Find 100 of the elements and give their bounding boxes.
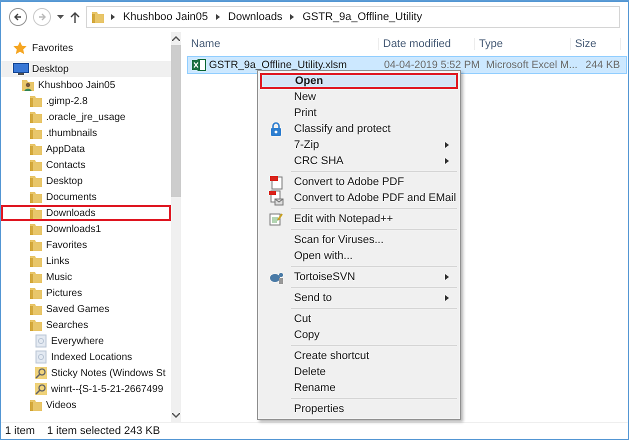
scrollbar[interactable] [171, 32, 181, 422]
folder-tree-item[interactable]: Everywhere [1, 333, 171, 349]
selection-info: 1 item selected 243 KB [46, 425, 160, 437]
chevron-right-icon [216, 14, 220, 20]
menu-item[interactable]: Scan for Viruses... [260, 227, 458, 248]
menu-item[interactable]: 7-Zip [260, 137, 458, 153]
folder-tree-item[interactable]: .oracle_jre_usage [1, 109, 171, 125]
menu-item[interactable]: Print [260, 105, 458, 121]
chevron-right-icon [290, 14, 294, 20]
notepad-icon [269, 212, 283, 226]
folder-tree-item[interactable]: Searches [1, 317, 171, 333]
column-header[interactable]: Name [187, 38, 379, 50]
file-size-cell-text: 244 KB [584, 59, 621, 71]
search-file-icon [34, 350, 48, 364]
breadcrumb[interactable]: GSTR_9a_Offline_Utility [300, 11, 424, 23]
menu-item[interactable]: Open [260, 73, 458, 89]
folder-icon [29, 206, 43, 220]
submenu-arrow-icon [445, 158, 449, 164]
folder-icon [29, 94, 43, 108]
menu-item[interactable]: Cut [260, 306, 458, 327]
star-icon [13, 41, 27, 55]
folder-tree-item[interactable]: Music [1, 269, 171, 285]
favorites-item[interactable]: Favorites [1, 40, 171, 56]
file-type-cell-text: Microsoft Excel M... [485, 59, 579, 71]
folder-tree-item[interactable]: Videos [1, 397, 171, 413]
folder-icon [29, 126, 43, 140]
folder-icon [29, 302, 43, 316]
folder-tree-item[interactable]: Links [1, 253, 171, 269]
folder-tree-item[interactable]: .thumbnails [1, 125, 171, 141]
menu-item[interactable]: Convert to Adobe PDF [260, 169, 458, 190]
folder-tree-item[interactable]: Favorites [1, 237, 171, 253]
menu-item[interactable]: Create shortcut [260, 343, 458, 364]
menu-item[interactable]: Send to [260, 285, 458, 306]
saved-search-icon [34, 382, 48, 396]
right-arrow-icon [37, 12, 47, 22]
spreadsheet-file-icon [192, 59, 206, 71]
breadcrumb[interactable]: Khushboo Jain05 [121, 11, 210, 23]
desktop-icon [13, 63, 29, 75]
folder-icon [91, 10, 105, 24]
folder-tree-item[interactable]: Desktop [1, 61, 171, 77]
menu-item[interactable]: Open with... [260, 248, 458, 264]
column-header[interactable]: Type [475, 38, 571, 50]
menu-item[interactable]: Convert to Adobe PDF and EMail [260, 190, 458, 206]
folder-tree-item[interactable]: Khushboo Jain05 [1, 77, 171, 93]
menu-item[interactable]: TortoiseSVN [260, 264, 458, 285]
folder-icon [29, 142, 43, 156]
folder-tree-item[interactable]: Contacts [1, 157, 171, 173]
menu-item[interactable]: CRC SHA [260, 153, 458, 169]
file-row[interactable]: GSTR_9a_Offline_Utility.xlsm 04-04-2019 5:52 PM Microsoft Excel M... 244 KB [187, 56, 627, 74]
folder-icon [29, 158, 43, 172]
folder-icon [29, 398, 43, 412]
submenu-arrow-icon [445, 142, 449, 148]
chevron-right-icon [111, 14, 115, 20]
column-header[interactable]: Size [571, 38, 621, 50]
pdf-document-icon [270, 174, 282, 190]
menu-item[interactable]: Edit with Notepad++ [260, 206, 458, 227]
folder-icon [29, 238, 43, 252]
folder-tree-item[interactable]: Saved Games [1, 301, 171, 317]
column-header[interactable]: Date modified [379, 38, 475, 50]
breadcrumb[interactable]: Downloads [226, 11, 284, 23]
folder-tree-item[interactable]: winrt--{S-1-5-21-2667499 [1, 381, 171, 397]
folder-icon [29, 318, 43, 332]
date-modified-cell-text: 04-04-2019 5:52 PM [383, 59, 481, 71]
submenu-arrow-icon [445, 295, 449, 301]
scroll-down-icon[interactable] [172, 413, 180, 418]
folder-tree-item[interactable]: Downloads [1, 205, 171, 221]
folder-tree-item[interactable]: Sticky Notes (Windows St [1, 365, 171, 381]
search-file-icon [34, 334, 48, 348]
menu-item[interactable]: New [260, 89, 458, 105]
user-folder-icon [21, 78, 35, 92]
folder-icon [29, 286, 43, 300]
item-count: 1 item [5, 425, 35, 437]
file-name: GSTR_9a_Offline_Utility.xlsm [209, 59, 347, 71]
folder-tree-item[interactable]: Pictures [1, 285, 171, 301]
submenu-arrow-icon [445, 274, 449, 280]
folder-tree-item[interactable]: .gimp-2.8 [1, 93, 171, 109]
address-bar[interactable]: Khushboo Jain05 Downloads GSTR_9a_Offline_Utility [86, 6, 620, 28]
folder-icon [29, 254, 43, 268]
up-arrow-icon[interactable] [70, 11, 80, 23]
left-arrow-icon [13, 12, 23, 22]
folder-tree-item[interactable]: Downloads1 [1, 221, 171, 237]
lock-icon [270, 122, 282, 136]
saved-search-icon [34, 366, 48, 380]
pdf-mail-icon [268, 190, 284, 206]
folder-tree-item[interactable]: AppData [1, 141, 171, 157]
back-button[interactable] [9, 8, 27, 26]
menu-item[interactable]: Classify and protect [260, 121, 458, 137]
recent-locations-caret-icon[interactable] [57, 15, 64, 19]
folder-tree-item[interactable]: Indexed Locations [1, 349, 171, 365]
folder-tree-item[interactable]: Documents [1, 189, 171, 205]
menu-item[interactable]: Properties [260, 396, 458, 417]
menu-item[interactable]: Delete [260, 364, 458, 380]
folder-icon [29, 174, 43, 188]
folder-icon [29, 222, 43, 236]
folder-tree-item[interactable]: Desktop [1, 173, 171, 189]
menu-item[interactable]: Copy [260, 327, 458, 343]
folder-icon [29, 270, 43, 284]
folder-icon [29, 190, 43, 204]
menu-item[interactable]: Rename [260, 380, 458, 396]
scroll-up-icon[interactable] [172, 36, 180, 41]
